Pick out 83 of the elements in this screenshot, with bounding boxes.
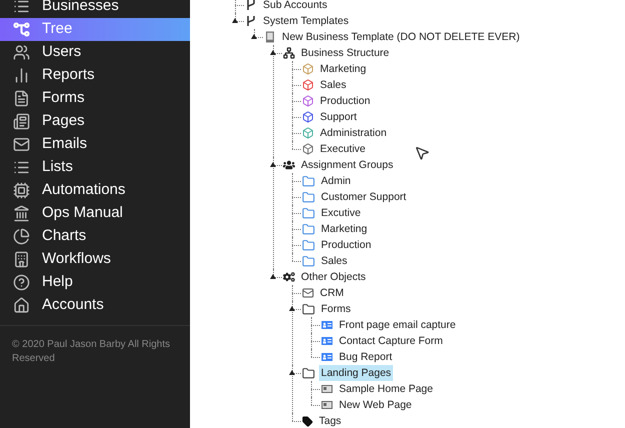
contact-card-icon (321, 319, 333, 331)
hierarchy-icon (283, 47, 295, 59)
sidebar-item[interactable]: Tree (0, 18, 190, 41)
expanded-arrow-icon[interactable] (289, 306, 295, 311)
newspaper-icon (12, 113, 30, 130)
tree-node[interactable]: Contact Capture Form (337, 333, 445, 349)
tree-node[interactable]: Front page email capture (337, 317, 458, 333)
pie-chart-icon (12, 228, 30, 245)
folder-icon (302, 302, 315, 316)
copyright-text: © 2020 Paul Jason Barby All Rights Reserved (12, 338, 172, 366)
tree-node[interactable]: Forms (319, 301, 353, 317)
tree-node[interactable]: Sales (319, 253, 350, 269)
folder-icon (302, 174, 315, 188)
sidebar-item[interactable]: Workflows (0, 248, 190, 271)
web-page-icon (321, 383, 333, 395)
folder-icon (302, 366, 315, 380)
tree-node[interactable]: Sample Home Page (337, 381, 435, 397)
users-icon (12, 44, 30, 61)
tree-node[interactable]: Sub Accounts (261, 0, 330, 13)
sidebar-item[interactable]: Help (0, 271, 190, 294)
folder-icon (302, 238, 315, 252)
tree-node[interactable]: Bug Report (337, 349, 394, 365)
expanded-arrow-icon[interactable] (289, 370, 295, 375)
building-icon (12, 251, 30, 268)
tree-node[interactable]: Tags (317, 413, 344, 428)
branch-icon (245, 15, 257, 27)
tree-node[interactable]: Production (318, 93, 372, 109)
gears-icon (283, 271, 295, 283)
tree-node[interactable]: Customer Support (319, 189, 408, 205)
tree-node[interactable]: CRM (318, 285, 346, 301)
tree-node[interactable]: Excutive (319, 205, 363, 221)
envelope-icon (302, 287, 314, 299)
folder-icon (302, 206, 315, 220)
list-icon (12, 0, 30, 15)
expanded-arrow-icon[interactable] (232, 18, 238, 23)
bank-icon (12, 205, 30, 222)
tree-node[interactable]: Production (319, 237, 374, 253)
tree-node[interactable]: Landing Pages (319, 365, 394, 381)
document-icon (264, 31, 276, 43)
tree-node[interactable]: Executive (318, 141, 368, 157)
branch-icon (245, 0, 257, 11)
sidebar-item[interactable]: Lists (0, 156, 190, 179)
tree-icon (12, 21, 30, 38)
web-page-icon (321, 399, 333, 411)
contact-card-icon (321, 351, 333, 363)
tree-node[interactable]: New Business Template (DO NOT DELETE EVER) (280, 29, 522, 45)
tree-node[interactable]: System Templates (261, 13, 351, 29)
expanded-arrow-icon[interactable] (270, 162, 276, 167)
sidebar-item[interactable]: Emails (0, 133, 190, 156)
document-icon (12, 90, 30, 107)
tree-node[interactable]: Marketing (318, 61, 368, 77)
folder-icon (302, 222, 315, 236)
expanded-arrow-icon[interactable] (270, 274, 276, 279)
expanded-arrow-icon[interactable] (251, 34, 257, 39)
sidebar-item[interactable]: Forms (0, 87, 190, 110)
sidebar-item[interactable]: Ops Manual (0, 202, 190, 225)
list-icon (12, 159, 30, 176)
sidebar-item[interactable]: Reports (0, 64, 190, 87)
tree-node[interactable]: Business Structure (299, 45, 392, 61)
tree-node[interactable]: Sales (318, 77, 348, 93)
tree-node[interactable]: New Web Page (337, 397, 414, 413)
sidebar-item[interactable]: Users (0, 41, 190, 64)
tree-node[interactable]: Administration (318, 125, 389, 141)
tree-node[interactable]: Admin (319, 173, 353, 189)
sidebar-item[interactable]: Accounts (0, 294, 190, 317)
contact-card-icon (321, 335, 333, 347)
tree-node[interactable]: Assignment Groups (299, 157, 396, 173)
tree-node[interactable]: Marketing (319, 221, 370, 237)
folder-icon (302, 190, 315, 204)
help-icon (12, 274, 30, 291)
sidebar-item[interactable]: Pages (0, 110, 190, 133)
chip-icon (12, 182, 30, 199)
tree-node[interactable]: Support (318, 109, 359, 125)
mouse-cursor-icon (414, 145, 430, 161)
mail-icon (12, 136, 30, 153)
users-icon (283, 159, 295, 171)
sidebar-item[interactable]: Automations (0, 179, 190, 202)
tag-icon (302, 416, 313, 426)
expanded-arrow-icon[interactable] (270, 50, 276, 55)
tree-node[interactable]: Other Objects (299, 269, 368, 285)
sidebar-item[interactable]: Charts (0, 225, 190, 248)
home-icon (12, 297, 30, 314)
folder-icon (302, 254, 315, 268)
